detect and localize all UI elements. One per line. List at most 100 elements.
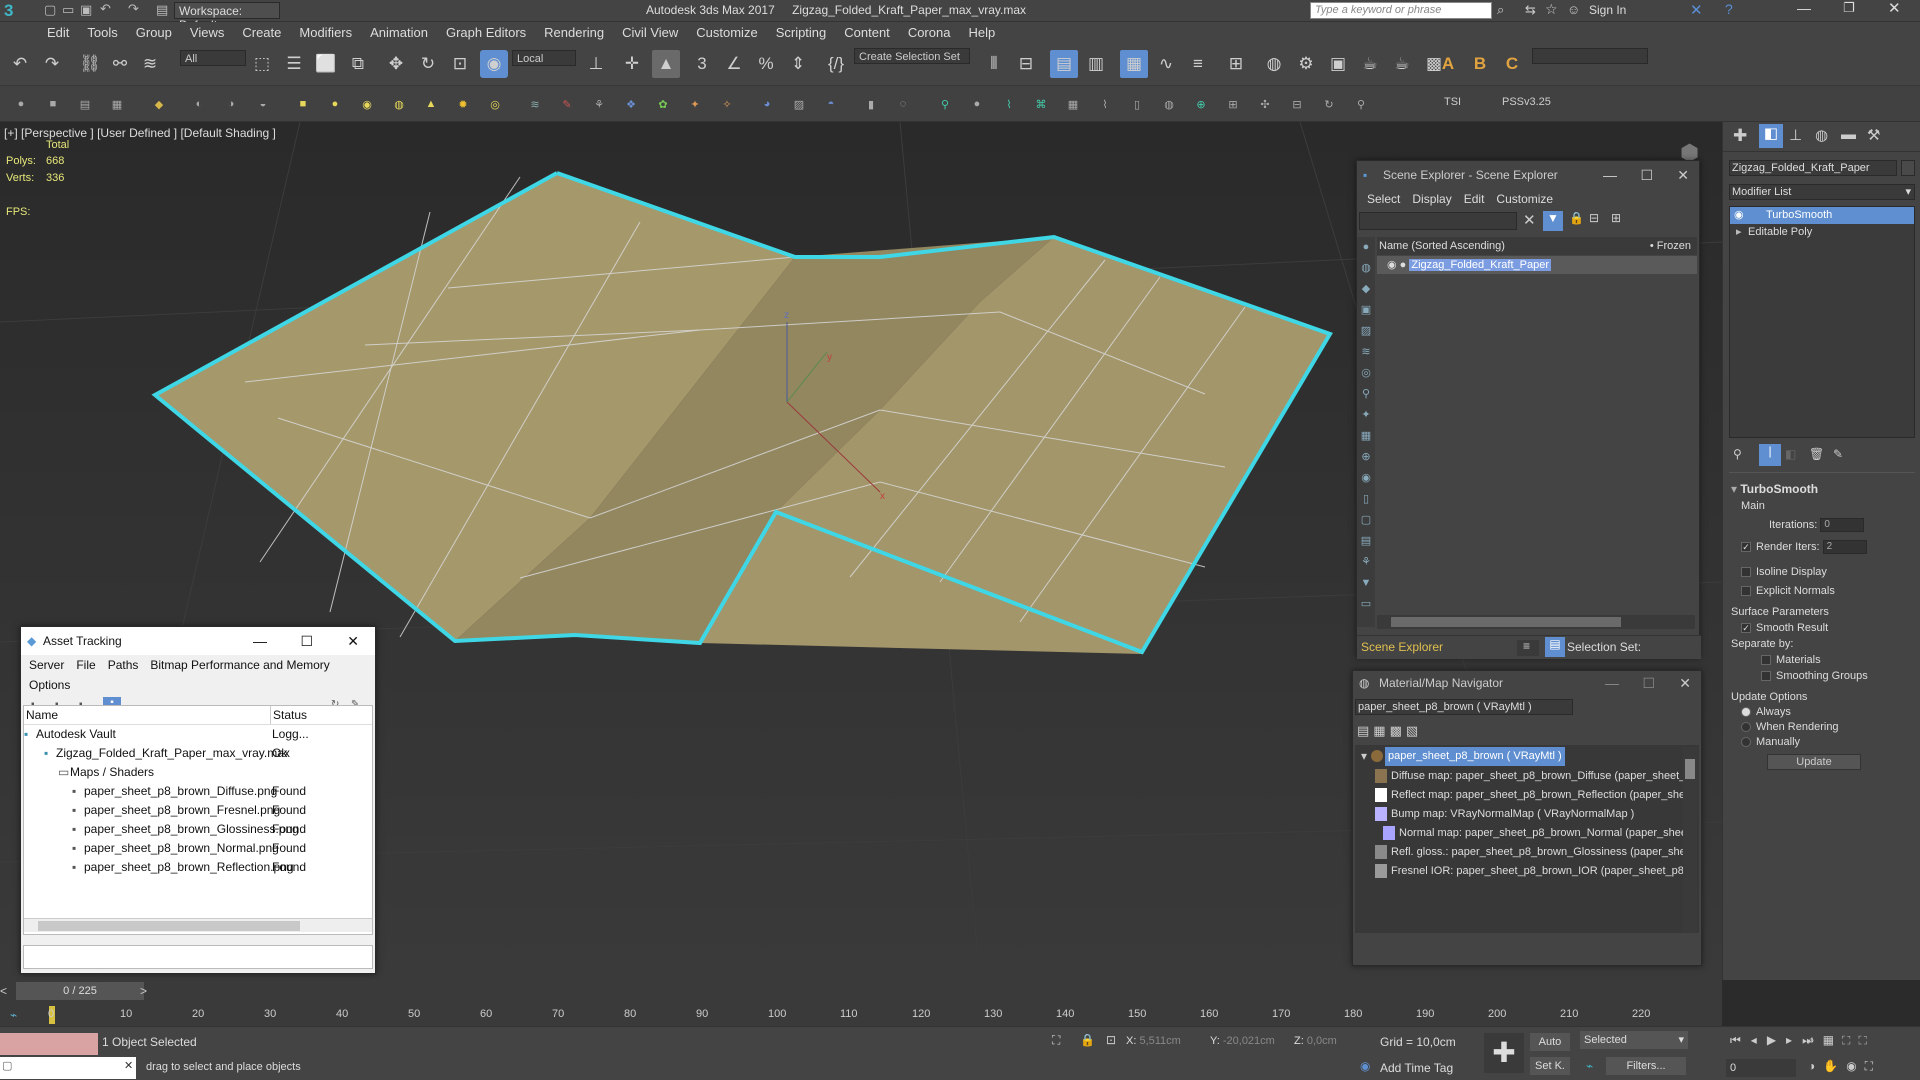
asset-row[interactable]: ▪ paper_sheet_p8_brown_Fresnel.png Found — [24, 801, 372, 820]
when-rendering-radio[interactable] — [1741, 722, 1751, 733]
clear-search-icon[interactable]: ✕ — [1523, 211, 1536, 229]
toolbar2-icon-32[interactable]: ▦ — [1062, 93, 1084, 115]
update-button[interactable]: Update — [1767, 754, 1861, 770]
curve-editor-icon[interactable]: ∿ — [1152, 50, 1180, 78]
layer-explorer-icon[interactable]: ▤ — [1050, 50, 1078, 78]
at-menu-file[interactable]: File — [70, 655, 101, 675]
filter-icon[interactable]: ▼ — [1543, 211, 1563, 231]
material-nav-vscroll[interactable] — [1683, 747, 1697, 933]
toolbar2-icon-19[interactable]: ❖ — [620, 93, 642, 115]
open-file-icon[interactable]: ▭ — [62, 2, 74, 18]
modifier-stack-turbosmooth[interactable]: ◉ TurboSmooth — [1730, 207, 1914, 224]
asset-row[interactable]: ▪ Autodesk Vault Logg... — [24, 725, 372, 744]
toolbar2-icon-23[interactable]: ◕ — [756, 93, 778, 115]
rotate-icon[interactable]: ↻ — [414, 50, 442, 78]
motion-tab-icon[interactable]: ◍ — [1815, 126, 1828, 144]
at-menu-paths[interactable]: Paths — [102, 655, 145, 675]
expand-arrow-icon[interactable]: ▸ — [1736, 224, 1742, 241]
maxscript-listener[interactable] — [0, 1033, 98, 1055]
toolbar2-icon-1[interactable]: ● — [10, 93, 32, 115]
app-logo-icon[interactable]: 3 — [4, 1, 32, 21]
toolbar2-icon-26[interactable]: ▮ — [860, 93, 882, 115]
menu-tools[interactable]: Tools — [78, 22, 126, 44]
material-nav-view-icons[interactable]: ▤▦▩▧ — [1357, 723, 1422, 739]
display-tab-icon[interactable]: ▬ — [1841, 126, 1856, 143]
material-navigator-titlebar[interactable]: ◍ Material/Map Navigator — ☐ ✕ — [1353, 671, 1701, 695]
at-menu-options[interactable]: Options — [23, 675, 76, 695]
asset-col-name[interactable]: Name — [26, 706, 58, 724]
toolbar2-icon-22[interactable]: ✧ — [716, 93, 738, 115]
asset-tracking-close[interactable]: ✕ — [347, 627, 359, 655]
make-unique-icon[interactable]: ◧ — [1785, 447, 1796, 461]
modifier-list-dropdown[interactable]: Modifier List ▾ — [1729, 184, 1915, 200]
save-file-icon[interactable]: ▣ — [80, 2, 92, 18]
asset-hscroll[interactable] — [24, 918, 372, 932]
scene-explorer-minimize[interactable]: — — [1603, 161, 1617, 189]
project-icon[interactable]: ▤ — [156, 2, 168, 18]
redo-quick-icon[interactable]: ↷ — [128, 1, 139, 17]
utilities-tab-icon[interactable]: ⚒ — [1867, 126, 1880, 144]
mirror-icon[interactable]: ⫴ — [980, 50, 1008, 78]
se-menu-edit[interactable]: Edit — [1458, 189, 1491, 209]
scene-explorer-titlebar[interactable]: ▪ Scene Explorer - Scene Explorer — ☐ ✕ — [1357, 161, 1699, 189]
material-map-row[interactable]: Diffuse map: paper_sheet_p8_brown_Diffus… — [1355, 767, 1685, 786]
asset-row[interactable]: ▭ Maps / Shaders — [24, 763, 372, 782]
toolbar2-icon-16[interactable]: ≋ — [524, 93, 546, 115]
toolbar2-icon-8[interactable]: ◒ — [252, 93, 274, 115]
isolate-selection-icon[interactable]: ⛶ — [1052, 1033, 1060, 1048]
toolbar2-icon-41[interactable]: ⚲ — [1350, 93, 1372, 115]
toolbar2-icon-30[interactable]: ⌇ — [998, 93, 1020, 115]
material-editor-icon[interactable]: ◍ — [1260, 50, 1288, 78]
asset-col-status[interactable]: Status — [270, 706, 307, 724]
menu-edit[interactable]: Edit — [38, 22, 78, 44]
explicit-normals-checkbox[interactable] — [1741, 586, 1751, 597]
render-frame-icon[interactable]: ▣ — [1324, 50, 1352, 78]
menu-customize[interactable]: Customize — [687, 22, 766, 44]
toolbar2-icon-18[interactable]: ⚘ — [588, 93, 610, 115]
toolbar2-icon-5[interactable]: ◆ — [148, 93, 170, 115]
search-field[interactable]: Type a keyword or phrase — [1310, 2, 1492, 19]
listener-icon[interactable]: ▢ — [2, 1059, 12, 1072]
menu-content[interactable]: Content — [835, 22, 899, 44]
material-map-row[interactable]: Refl. gloss.: paper_sheet_p8_brown_Gloss… — [1355, 843, 1685, 862]
user-icon[interactable]: ☺ — [1567, 2, 1580, 17]
toolbar2-icon-6[interactable]: ◐ — [188, 93, 210, 115]
minimize-button[interactable]: — — [1797, 0, 1811, 16]
toolbar2-icon-2[interactable]: ■ — [42, 93, 64, 115]
material-map-row[interactable]: Fresnel IOR: paper_sheet_p8_brown_IOR (p… — [1355, 862, 1685, 881]
text-tool-b-icon[interactable]: B — [1466, 50, 1494, 78]
toolbar2-icon-35[interactable]: ◍ — [1158, 93, 1180, 115]
configure-sets-icon[interactable]: ✎ — [1833, 447, 1843, 461]
toolbar2-icon-20[interactable]: ✿ — [652, 93, 674, 115]
toolbar2-icon-24[interactable]: ▨ — [788, 93, 810, 115]
menu-group[interactable]: Group — [127, 22, 181, 44]
link-icon[interactable]: ⛓ — [76, 50, 104, 78]
angle-snap-icon[interactable]: ∠ — [720, 50, 748, 78]
key-filter-dropdown[interactable]: Selected ▾ — [1580, 1031, 1688, 1049]
toolbar2-icon-34[interactable]: ▯ — [1126, 93, 1148, 115]
render-setup-icon[interactable]: ⚙ — [1292, 50, 1320, 78]
star-icon[interactable]: ☆ — [1545, 1, 1558, 18]
named-selection-icon[interactable]: {/} — [822, 50, 850, 78]
toolbar2-icon-15[interactable]: ◎ — [484, 93, 506, 115]
modifier-stack-editable-poly[interactable]: ▸ Editable Poly — [1730, 224, 1914, 241]
autodesk-x-icon[interactable]: ✕ — [1690, 1, 1703, 19]
selection-set-icon[interactable]: ▤ — [1545, 637, 1565, 657]
dope-sheet-icon[interactable]: ≡ — [1184, 50, 1212, 78]
render-iters-spinner[interactable]: 2 — [1822, 540, 1867, 554]
asset-row[interactable]: ▪ paper_sheet_p8_brown_Diffuse.png Found — [24, 782, 372, 801]
menu-modifiers[interactable]: Modifiers — [290, 22, 361, 44]
scene-explorer-search[interactable] — [1359, 212, 1517, 230]
toolbar2-icon-40[interactable]: ↻ — [1318, 93, 1340, 115]
smooth-result-checkbox[interactable]: ✓ — [1741, 623, 1751, 634]
asset-tracking-minimize[interactable]: — — [253, 627, 267, 655]
materials-checkbox[interactable] — [1761, 655, 1771, 666]
layers-icon[interactable]: ≡ — [1523, 639, 1530, 653]
material-nav-close[interactable]: ✕ — [1679, 671, 1691, 695]
asset-row[interactable]: ▪ paper_sheet_p8_brown_Normal.png Found — [24, 839, 372, 858]
asset-row[interactable]: ▪ Zigzag_Folded_Kraft_Paper_max_vray.max O… — [24, 744, 372, 763]
unlink-icon[interactable]: ⚯ — [106, 50, 134, 78]
absolute-mode-icon[interactable]: ⊡ — [1106, 1033, 1116, 1047]
track-bar-icon[interactable]: ⌁ — [10, 1008, 17, 1022]
time-tag-icon[interactable]: ◉ — [1360, 1059, 1370, 1073]
